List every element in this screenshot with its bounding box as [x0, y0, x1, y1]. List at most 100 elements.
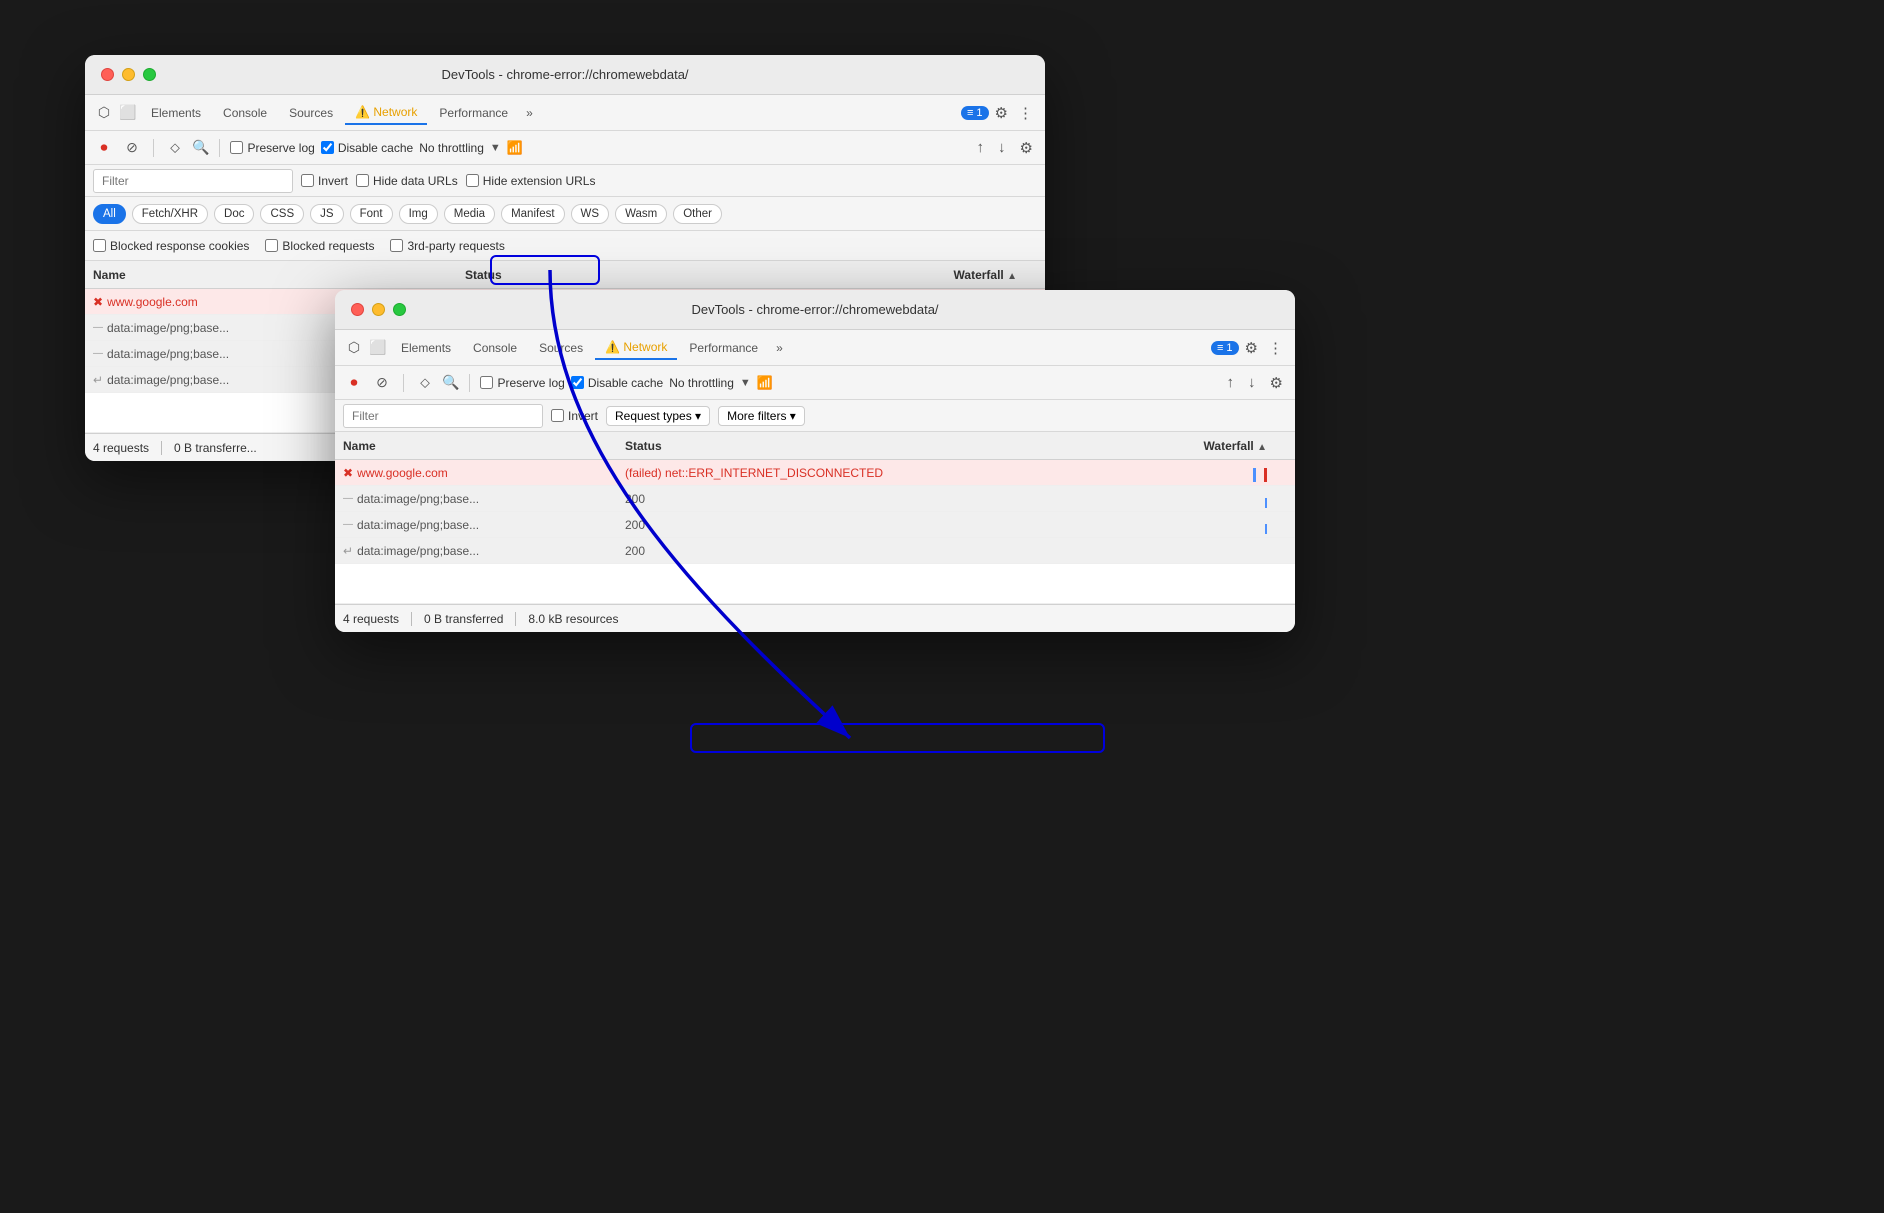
chip-wasm-back[interactable]: Wasm [615, 204, 667, 224]
third-party-checkbox-back[interactable] [390, 239, 403, 252]
inspect-icon-front[interactable]: ⬜ [367, 337, 389, 359]
chip-manifest-back[interactable]: Manifest [501, 204, 564, 224]
throttle-label-front: No throttling [669, 376, 734, 390]
chip-js-back[interactable]: JS [310, 204, 343, 224]
waterfall-bar-0-front [1253, 464, 1267, 482]
chip-fetch-back[interactable]: Fetch/XHR [132, 204, 208, 224]
table-row-0-front[interactable]: ✖ www.google.com (failed) net::ERR_INTER… [335, 460, 1295, 486]
chip-all-back[interactable]: All [93, 204, 126, 224]
tab-console-front[interactable]: Console [463, 337, 527, 359]
tabs-bar-front: ⬡ ⬜ Elements Console Sources ⚠️ Network … [335, 330, 1295, 366]
inspect-icon[interactable]: ⬜ [117, 102, 139, 124]
settings-icon-front[interactable]: ⚙ [1241, 337, 1262, 359]
clear-front[interactable]: ⊘ [371, 372, 393, 394]
minimize-button-back[interactable] [122, 68, 135, 81]
close-button-front[interactable] [351, 303, 364, 316]
clear-back[interactable]: ⊘ [121, 137, 143, 159]
filter-bar-front: Invert Request types ▾ More filters ▾ [335, 400, 1295, 432]
hide-data-checkbox-back[interactable] [356, 174, 369, 187]
search-icon-back[interactable]: 🔍 [192, 139, 209, 156]
window-title-back: DevTools - chrome-error://chromewebdata/ [441, 67, 688, 82]
blocked-cookies-checkbox-back[interactable] [93, 239, 106, 252]
blocked-req-checkbox-back[interactable] [265, 239, 278, 252]
filter-icon-back[interactable]: ⬦ [164, 137, 186, 159]
upload-icon-back[interactable]: ↑ [973, 137, 989, 158]
chip-media-back[interactable]: Media [444, 204, 495, 224]
filter-icon-front[interactable]: ⬦ [414, 372, 436, 394]
row-name-2-back[interactable]: data:image/png;base... [107, 347, 229, 361]
more-filters-btn-front[interactable]: More filters ▾ [718, 406, 805, 426]
filter-input-back[interactable] [93, 169, 293, 193]
window-title-front: DevTools - chrome-error://chromewebdata/ [691, 302, 938, 317]
disable-cache-checkbox-front[interactable] [571, 376, 584, 389]
hide-ext-checkbox-back[interactable] [466, 174, 479, 187]
row-name-0-front[interactable]: www.google.com [357, 466, 448, 480]
waterfall-bar-2-front [1265, 516, 1267, 534]
minimize-button-front[interactable] [372, 303, 385, 316]
waterfall-bar-1-front [1265, 490, 1267, 508]
tab-sources-front[interactable]: Sources [529, 337, 593, 359]
settings2-icon-front[interactable]: ⚙ [1266, 372, 1287, 394]
tab-network-front[interactable]: ⚠️ Network [595, 336, 677, 360]
tab-elements-front[interactable]: Elements [391, 337, 461, 359]
row-name-3-front[interactable]: data:image/png;base... [357, 544, 479, 558]
settings-icon-back[interactable]: ⚙ [991, 102, 1012, 124]
chip-ws-back[interactable]: WS [571, 204, 610, 224]
chip-img-back[interactable]: Img [399, 204, 438, 224]
tab-performance-front[interactable]: Performance [679, 337, 768, 359]
throttle-arrow-back[interactable]: ▼ [490, 142, 501, 154]
row-name-2-front[interactable]: data:image/png;base... [357, 518, 479, 532]
upload-icon-front[interactable]: ↑ [1223, 372, 1239, 393]
invert-checkbox-back[interactable] [301, 174, 314, 187]
throttle-arrow-front[interactable]: ▼ [740, 377, 751, 389]
preserve-log-checkbox-back[interactable] [230, 141, 243, 154]
devtools-window-front: DevTools - chrome-error://chromewebdata/… [335, 290, 1295, 632]
cursor-icon-front[interactable]: ⬡ [343, 337, 365, 359]
empty-rows-front [335, 564, 1295, 604]
maximize-button-front[interactable] [393, 303, 406, 316]
more-icon-back[interactable]: ⋮ [1014, 102, 1037, 124]
chip-doc-back[interactable]: Doc [214, 204, 254, 224]
more-icon-front[interactable]: ⋮ [1264, 337, 1287, 359]
col-waterfall-back: Waterfall ▲ [665, 268, 1037, 282]
download-icon-front[interactable]: ↓ [1244, 372, 1260, 393]
table-row-3-front[interactable]: ↵ data:image/png;base... 200 [335, 538, 1295, 564]
disable-cache-checkbox-back[interactable] [321, 141, 334, 154]
tab-network-back[interactable]: ⚠️ Network [345, 101, 427, 125]
row-name-1-back[interactable]: data:image/png;base... [107, 321, 229, 335]
maximize-button-back[interactable] [143, 68, 156, 81]
sort-icon-back: ▲ [1007, 271, 1017, 282]
title-bar-back: DevTools - chrome-error://chromewebdata/ [85, 55, 1045, 95]
preserve-log-checkbox-front[interactable] [480, 376, 493, 389]
filter-input-front[interactable] [343, 404, 543, 428]
tab-performance-back[interactable]: Performance [429, 102, 518, 124]
row-name-3-back[interactable]: data:image/png;base... [107, 373, 229, 387]
tab-sources-back[interactable]: Sources [279, 102, 343, 124]
stop-recording-back[interactable]: ⏺ [93, 137, 115, 159]
tabs-overflow-back[interactable]: » [520, 102, 539, 124]
table-row-2-front[interactable]: — data:image/png;base... 200 [335, 512, 1295, 538]
table-row-1-front[interactable]: — data:image/png;base... 200 [335, 486, 1295, 512]
settings2-icon-back[interactable]: ⚙ [1016, 137, 1037, 159]
throttle-label-back: No throttling [419, 141, 484, 155]
close-button-back[interactable] [101, 68, 114, 81]
chip-other-back[interactable]: Other [673, 204, 722, 224]
tabs-overflow-front[interactable]: » [770, 337, 789, 359]
blocked-cookies-label-back: Blocked response cookies [110, 239, 249, 253]
stop-recording-front[interactable]: ⏺ [343, 372, 365, 394]
checkbox-bar-back: Blocked response cookies Blocked request… [85, 231, 1045, 261]
cursor-icon[interactable]: ⬡ [93, 102, 115, 124]
chip-css-back[interactable]: CSS [260, 204, 304, 224]
disable-cache-label-front: Disable cache [588, 376, 663, 390]
invert-checkbox-front[interactable] [551, 409, 564, 422]
divider-1-back [153, 139, 154, 157]
download-icon-back[interactable]: ↓ [994, 137, 1010, 158]
request-types-btn-front[interactable]: Request types ▾ [606, 406, 710, 426]
row-name-1-front[interactable]: data:image/png;base... [357, 492, 479, 506]
col-name-front: Name [343, 439, 625, 453]
search-icon-front[interactable]: 🔍 [442, 374, 459, 391]
chip-font-back[interactable]: Font [350, 204, 393, 224]
tab-console-back[interactable]: Console [213, 102, 277, 124]
row-name-0-back[interactable]: www.google.com [107, 295, 198, 309]
tab-elements-back[interactable]: Elements [141, 102, 211, 124]
